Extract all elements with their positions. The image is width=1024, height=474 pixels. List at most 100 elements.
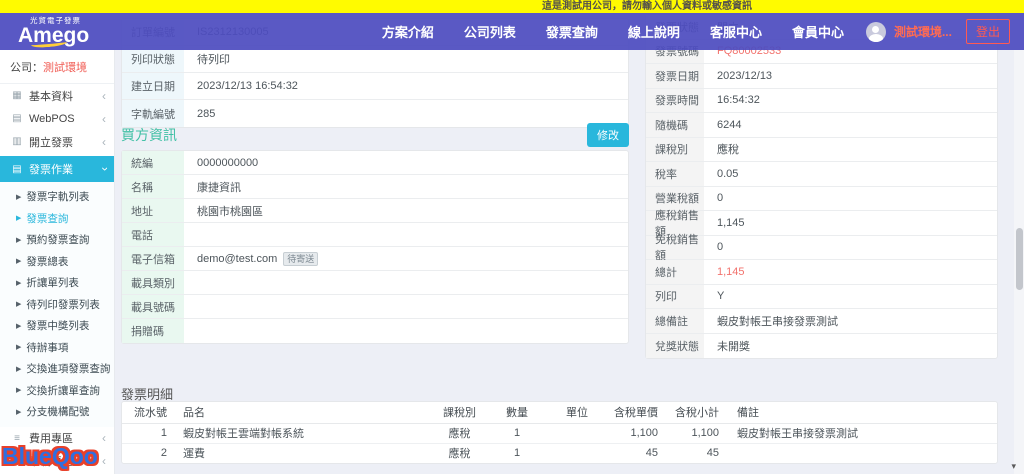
scroll-down-arrow-icon[interactable]: ▾ <box>1011 461 1016 472</box>
nav-item[interactable]: 會員中心 <box>792 22 844 41</box>
buyer-section-header: 買方資訊 修改 <box>121 123 629 147</box>
triangle-bullet-icon: ▶ <box>16 300 21 308</box>
field-label: 免稅銷售額 <box>646 236 704 260</box>
field-label: 捐贈碼 <box>122 319 184 343</box>
submenu-item-分支機構配號[interactable]: ▶ 分支機構配號 <box>0 401 114 423</box>
sidebar-submenu: ▶發票字軌列表▶發票查詢▶預約發票查詢▶發票總表▶折讓單列表▶待列印發票列表▶發… <box>0 182 114 427</box>
blueqoo-watermark: BlueQoo <box>2 443 98 470</box>
column-header: 流水號 <box>122 402 177 423</box>
nav-user-area: 測試環境... 登出 <box>866 19 1010 44</box>
sidebar-item-WebPOS[interactable]: ▤WebPOS‹ <box>0 107 114 130</box>
submenu-item-待辦事項[interactable]: ▶待辦事項 <box>0 337 114 359</box>
amego-logo[interactable]: 光貿電子發票 Amego <box>18 17 89 46</box>
triangle-bullet-icon: ▶ <box>16 279 21 287</box>
field-value: 6244 <box>704 119 741 131</box>
sidebar-item-發票作業[interactable]: ▤發票作業‹ <box>0 156 114 182</box>
field-label: 列印 <box>646 285 704 309</box>
column-header: 課稅別 <box>432 402 487 423</box>
field-value: 待列印 <box>184 51 230 67</box>
submenu-item-發票總表[interactable]: ▶發票總表 <box>0 251 114 273</box>
field-value: 285 <box>184 108 215 120</box>
field-row: 電子信箱demo@test.com待寄送 <box>122 247 628 271</box>
fees-icon: ≡ <box>10 433 24 444</box>
nav-item[interactable]: 公司列表 <box>464 22 516 41</box>
submenu-item-發票中獎列表[interactable]: ▶發票中獎列表 <box>0 315 114 337</box>
field-label: 隨機碼 <box>646 113 704 137</box>
field-value: 未開獎 <box>704 338 750 354</box>
field-label: 電子信箱 <box>122 247 184 270</box>
submenu-item-交換折讓單查詢[interactable]: ▶交換折讓單查詢 <box>0 380 114 402</box>
nav-item[interactable]: 方案介紹 <box>382 22 434 41</box>
field-row: 發票時間16:54:32 <box>646 89 997 114</box>
triangle-bullet-icon: ▶ <box>16 214 21 222</box>
field-row: 統編0000000000 <box>122 151 628 175</box>
submenu-item-預約發票查詢[interactable]: ▶預約發票查詢 <box>0 229 114 251</box>
field-row: 建立日期2023/12/13 16:54:32 <box>122 73 628 100</box>
company-name: 測試環境 <box>43 62 87 74</box>
submenu-item-label: 預約發票查詢 <box>26 232 89 247</box>
chevron-left-icon: ‹ <box>102 135 106 149</box>
field-value: 2023/12/13 16:54:32 <box>184 80 298 92</box>
test-warning-banner: 這是測試用公司，請勿輸入個人資料或敏感資訊 <box>0 0 1024 13</box>
invoice-detail-panel: 流水號品名課稅別數量單位含稅單價含稅小計備註 1蝦皮對帳王雲端對帳系統應稅11,… <box>121 401 998 464</box>
field-row: 電話 <box>122 223 628 247</box>
logout-button[interactable]: 登出 <box>966 19 1010 44</box>
field-value: 0 <box>704 192 723 204</box>
field-row: 稅率0.05 <box>646 162 997 187</box>
field-row: 載具類別 <box>122 271 628 295</box>
chevron-left-icon: ‹ <box>102 431 106 445</box>
triangle-bullet-icon: ▶ <box>16 408 21 416</box>
submenu-item-待列印發票列表[interactable]: ▶待列印發票列表 <box>0 294 114 316</box>
sidebar-item-label: 基本資料 <box>29 88 102 104</box>
field-value: 康捷資訊 <box>184 179 241 195</box>
nav-item[interactable]: 發票查詢 <box>546 22 598 41</box>
page-scrollbar[interactable] <box>1014 50 1024 474</box>
nav-item[interactable]: 客服中心 <box>710 22 762 41</box>
status-badge: 待寄送 <box>283 252 318 266</box>
column-header: 單位 <box>547 402 607 423</box>
table-row: 2運費應稅14545 <box>122 443 997 463</box>
field-label: 統編 <box>122 151 184 174</box>
field-label: 發票時間 <box>646 89 704 113</box>
field-label: 稅率 <box>646 162 704 186</box>
field-row: 兌獎狀態未開獎 <box>646 334 997 359</box>
submenu-item-交換進項發票查詢[interactable]: ▶交換進項發票查詢 <box>0 358 114 380</box>
field-value: 1,145 <box>704 266 745 278</box>
company-label: 公司： <box>10 62 43 74</box>
buyer-info-panel: 統編0000000000名稱康捷資訊地址桃園市桃園區電話電子信箱demo@tes… <box>121 150 629 344</box>
chevron-left-icon: ‹ <box>102 454 106 468</box>
submenu-item-label: 交換折讓單查詢 <box>26 383 100 398</box>
field-label: 載具號碼 <box>122 295 184 318</box>
submenu-item-label: 分支機構配號 <box>26 404 89 419</box>
table-cell: 應稅 <box>432 423 487 443</box>
table-cell: 1 <box>487 423 547 443</box>
scrollbar-thumb[interactable] <box>1016 228 1023 290</box>
field-value: 桃園市桃園區 <box>184 203 263 219</box>
field-label: 兌獎狀態 <box>646 334 704 359</box>
table-cell: 蝦皮對帳王雲端對帳系統 <box>177 423 432 443</box>
sidebar-item-開立發票[interactable]: ▥開立發票‹ <box>0 130 114 153</box>
company-row: 公司：測試環境 <box>0 50 114 84</box>
table-cell: 1,100 <box>662 423 727 443</box>
nav-item[interactable]: 線上說明 <box>628 22 680 41</box>
submenu-item-發票字軌列表[interactable]: ▶發票字軌列表 <box>0 186 114 208</box>
sidebar-item-基本資料[interactable]: ▦基本資料‹ <box>0 84 114 107</box>
chevron-left-icon: ‹ <box>102 112 106 126</box>
table-cell: 應稅 <box>432 443 487 463</box>
field-label: 總備註 <box>646 309 704 333</box>
chevron-down-icon: ‹ <box>97 167 111 171</box>
table-cell: 45 <box>662 443 727 463</box>
field-value: 1,145 <box>704 217 745 229</box>
triangle-bullet-icon: ▶ <box>16 257 21 265</box>
field-label: 課稅別 <box>646 138 704 162</box>
webpos-icon: ▤ <box>10 113 24 124</box>
edit-buyer-button[interactable]: 修改 <box>587 123 629 147</box>
field-value: 0000000000 <box>184 157 258 169</box>
submenu-item-折讓單列表[interactable]: ▶折讓單列表 <box>0 272 114 294</box>
submenu-item-label: 交換進項發票查詢 <box>26 361 110 376</box>
invoice-detail-table: 流水號品名課稅別數量單位含稅單價含稅小計備註 1蝦皮對帳王雲端對帳系統應稅11,… <box>122 402 997 463</box>
field-label: 建立日期 <box>122 73 184 99</box>
user-company-label[interactable]: 測試環境... <box>894 23 952 40</box>
user-avatar-icon[interactable] <box>866 22 886 42</box>
submenu-item-發票查詢[interactable]: ▶發票查詢 <box>0 208 114 230</box>
